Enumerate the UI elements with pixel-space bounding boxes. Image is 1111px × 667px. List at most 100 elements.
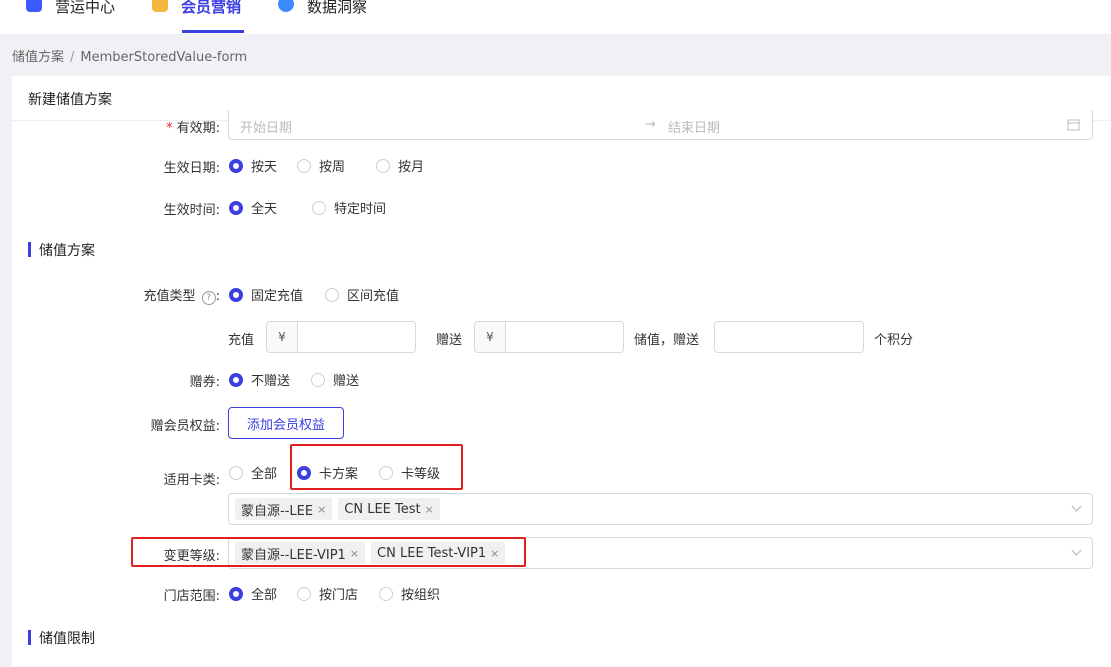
section-title-limit: 储值限制 xyxy=(28,628,95,648)
page-title: 新建储值方案 xyxy=(28,92,112,108)
range-arrow-icon: → xyxy=(645,117,656,132)
value-gift-label: 储值，赠送 xyxy=(634,333,700,348)
tab-label: 数据洞察 xyxy=(307,0,368,16)
radio-label: 全部 xyxy=(251,588,278,603)
radio-card-all[interactable]: 全部 xyxy=(229,463,277,482)
radio-dot xyxy=(311,372,325,387)
radio-label: 特定时间 xyxy=(334,202,387,217)
recharge-amount-label: 充值 xyxy=(228,333,255,348)
radio-label: 全部 xyxy=(251,467,278,482)
add-benefit-button[interactable]: 添加会员权益 xyxy=(228,407,344,439)
points-unit-label: 个积分 xyxy=(874,333,914,348)
radio-label: 不赠送 xyxy=(251,374,291,389)
radio-store-all[interactable]: 全部 xyxy=(229,584,277,603)
radio-dot xyxy=(229,372,243,387)
validity-label: * 有效期: xyxy=(120,117,220,136)
radio-dot xyxy=(325,287,339,302)
breadcrumb-current: MemberStoredValue-form xyxy=(80,50,248,65)
radio-label: 赠送 xyxy=(333,374,360,389)
radio-by-day[interactable]: 按天 xyxy=(229,156,277,175)
radio-by-week[interactable]: 按周 xyxy=(297,156,345,175)
radio-label: 按周 xyxy=(319,160,346,175)
radio-by-org[interactable]: 按组织 xyxy=(379,584,440,603)
recharge-type-colon: : xyxy=(215,289,220,304)
close-icon[interactable]: × xyxy=(317,503,326,516)
tab-member-marketing[interactable]: 会员营销 xyxy=(152,0,244,34)
breadcrumb-parent[interactable]: 储值方案 xyxy=(12,50,64,65)
selected-tag: CN LEE Test × xyxy=(338,498,440,520)
radio-fixed-recharge[interactable]: 固定充值 xyxy=(229,285,303,304)
radio-dot xyxy=(229,586,243,601)
effective-date-label: 生效日期: xyxy=(163,161,220,176)
tag-label: 蒙自源--LEE xyxy=(241,503,314,519)
radio-dot xyxy=(312,200,326,215)
gift-amount-input[interactable]: ¥ xyxy=(474,321,624,353)
radio-by-month[interactable]: 按月 xyxy=(376,156,424,175)
card-plan-select[interactable]: 蒙自源--LEE × CN LEE Test × xyxy=(228,493,1093,525)
tab-ops-center[interactable]: 营运中心 xyxy=(26,0,115,34)
benefit-label: 赠会员权益: xyxy=(150,419,220,434)
tab-label: 会员营销 xyxy=(181,0,242,16)
section-bar xyxy=(28,242,31,257)
currency-prefix: ¥ xyxy=(475,322,506,352)
start-date-input[interactable]: 开始日期 xyxy=(240,117,292,136)
radio-label: 全天 xyxy=(251,202,278,217)
recharge-type-label: 充值类型 ?: xyxy=(110,285,220,305)
radio-dot xyxy=(297,586,311,601)
selected-tag: 蒙自源--LEE × xyxy=(235,498,333,520)
end-date-input[interactable]: 结束日期 xyxy=(668,117,720,136)
radio-dot xyxy=(297,158,311,173)
validity-label-text: 有效期: xyxy=(176,121,220,136)
gift-amount-label: 赠送 xyxy=(436,333,463,348)
radio-label: 固定充值 xyxy=(251,289,304,304)
validity-range-picker[interactable]: 开始日期 → 结束日期 xyxy=(228,110,1093,140)
section-title-plan: 储值方案 xyxy=(28,240,95,260)
radio-dot xyxy=(229,158,243,173)
breadcrumb: 储值方案 / MemberStoredValue-form xyxy=(12,46,247,65)
highlight-box-card-type xyxy=(290,444,463,490)
section-bar xyxy=(28,630,31,645)
tab-label: 营运中心 xyxy=(55,0,116,16)
recharge-amount-input[interactable]: ¥ xyxy=(266,321,416,353)
radio-label: 区间充值 xyxy=(347,289,400,304)
tab-data-insight[interactable]: 数据洞察 xyxy=(278,0,367,34)
radio-gift[interactable]: 赠送 xyxy=(311,370,359,389)
radio-range-recharge[interactable]: 区间充值 xyxy=(325,285,399,304)
radio-dot xyxy=(379,586,393,601)
top-nav: 营运中心 会员营销 数据洞察 xyxy=(0,0,1111,34)
left-gutter xyxy=(0,76,12,667)
points-input[interactable] xyxy=(714,321,864,353)
ops-app-icon xyxy=(26,0,42,12)
tag-label: CN LEE Test xyxy=(344,501,421,517)
radio-label: 按天 xyxy=(251,160,278,175)
radio-label: 按门店 xyxy=(319,588,359,603)
radio-no-gift[interactable]: 不赠送 xyxy=(229,370,290,389)
calendar-icon xyxy=(1067,119,1080,131)
chevron-down-icon[interactable] xyxy=(1071,549,1082,557)
radio-label: 按月 xyxy=(398,160,425,175)
radio-all-day[interactable]: 全天 xyxy=(229,198,277,217)
required-mark: * xyxy=(166,121,173,136)
effective-time-label: 生效时间: xyxy=(163,203,220,218)
recharge-type-text: 充值类型 xyxy=(143,289,196,304)
member-app-icon xyxy=(152,0,168,12)
currency-prefix: ¥ xyxy=(267,322,298,352)
radio-label: 按组织 xyxy=(401,588,441,603)
radio-dot xyxy=(229,287,243,302)
active-tab-indicator xyxy=(182,30,244,33)
coupon-label: 赠券: xyxy=(189,375,220,390)
section-title-text: 储值方案 xyxy=(39,243,95,259)
data-app-icon xyxy=(278,0,294,12)
section-title-text: 储值限制 xyxy=(39,631,95,647)
breadcrumb-bar: 储值方案 / MemberStoredValue-form xyxy=(0,34,1111,76)
breadcrumb-separator: / xyxy=(70,50,75,65)
radio-dot xyxy=(229,465,243,480)
store-scope-label: 门店范围: xyxy=(163,589,220,604)
radio-by-store[interactable]: 按门店 xyxy=(297,584,358,603)
card-type-label: 适用卡类: xyxy=(163,473,220,488)
chevron-down-icon[interactable] xyxy=(1071,505,1082,513)
help-icon[interactable]: ? xyxy=(201,291,216,305)
radio-specific-time[interactable]: 特定时间 xyxy=(312,198,386,217)
highlight-box-change-level xyxy=(131,537,526,567)
close-icon[interactable]: × xyxy=(425,503,434,516)
